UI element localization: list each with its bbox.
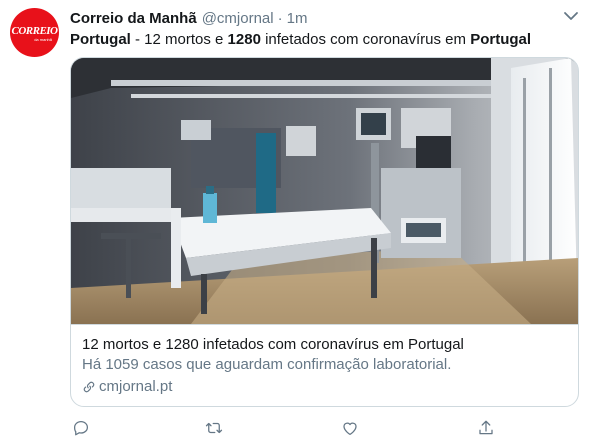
tweet-text-bold: 1280 <box>227 31 261 48</box>
heart-icon <box>343 422 357 436</box>
share-button[interactable] <box>475 417 497 439</box>
card-divider <box>71 324 578 325</box>
avatar-logo-subtext: da manhã <box>34 36 52 42</box>
like-button[interactable] <box>339 417 361 439</box>
tweet-text-segment: infetados com coronavírus em <box>260 31 471 48</box>
card-description: Há 1059 casos que aguardam confirmação l… <box>82 356 452 373</box>
chevron-down-icon[interactable] <box>563 10 579 22</box>
retweet-icon <box>205 422 223 434</box>
tweet[interactable]: CORREIO da manhã Correio da Manhã @cmjor… <box>0 0 596 442</box>
author-name[interactable]: Correio da Manhã <box>70 10 197 27</box>
author-handle[interactable]: @cmjornal <box>202 10 274 27</box>
retweet-button[interactable] <box>203 417 225 439</box>
link-card[interactable]: 12 mortos e 1280 infetados com coronavír… <box>70 57 579 407</box>
card-image[interactable] <box>71 58 578 324</box>
tweet-text: Portugal - 12 mortos e 1280 infetados co… <box>70 30 586 50</box>
reply-icon <box>73 420 89 436</box>
avatar[interactable]: CORREIO da manhã <box>10 8 59 57</box>
avatar-logo-text: CORREIO <box>11 24 58 37</box>
link-icon <box>83 381 95 393</box>
tweet-text-bold[interactable]: Portugal <box>470 31 531 48</box>
tweet-text-segment: - 12 mortos e <box>130 31 228 48</box>
reply-button[interactable] <box>70 417 92 439</box>
tweet-timestamp[interactable]: 1m <box>287 10 308 27</box>
card-domain-text: cmjornal.pt <box>99 378 173 395</box>
tweet-text-bold[interactable]: Portugal <box>70 31 131 48</box>
share-icon <box>479 420 493 435</box>
tweet-actions <box>70 417 510 439</box>
card-domain[interactable]: cmjornal.pt <box>82 377 172 397</box>
card-title[interactable]: 12 mortos e 1280 infetados com coronavír… <box>82 335 464 355</box>
tweet-header: Correio da Manhã @cmjornal · 1m <box>70 8 560 28</box>
separator-dot: · <box>277 9 283 27</box>
